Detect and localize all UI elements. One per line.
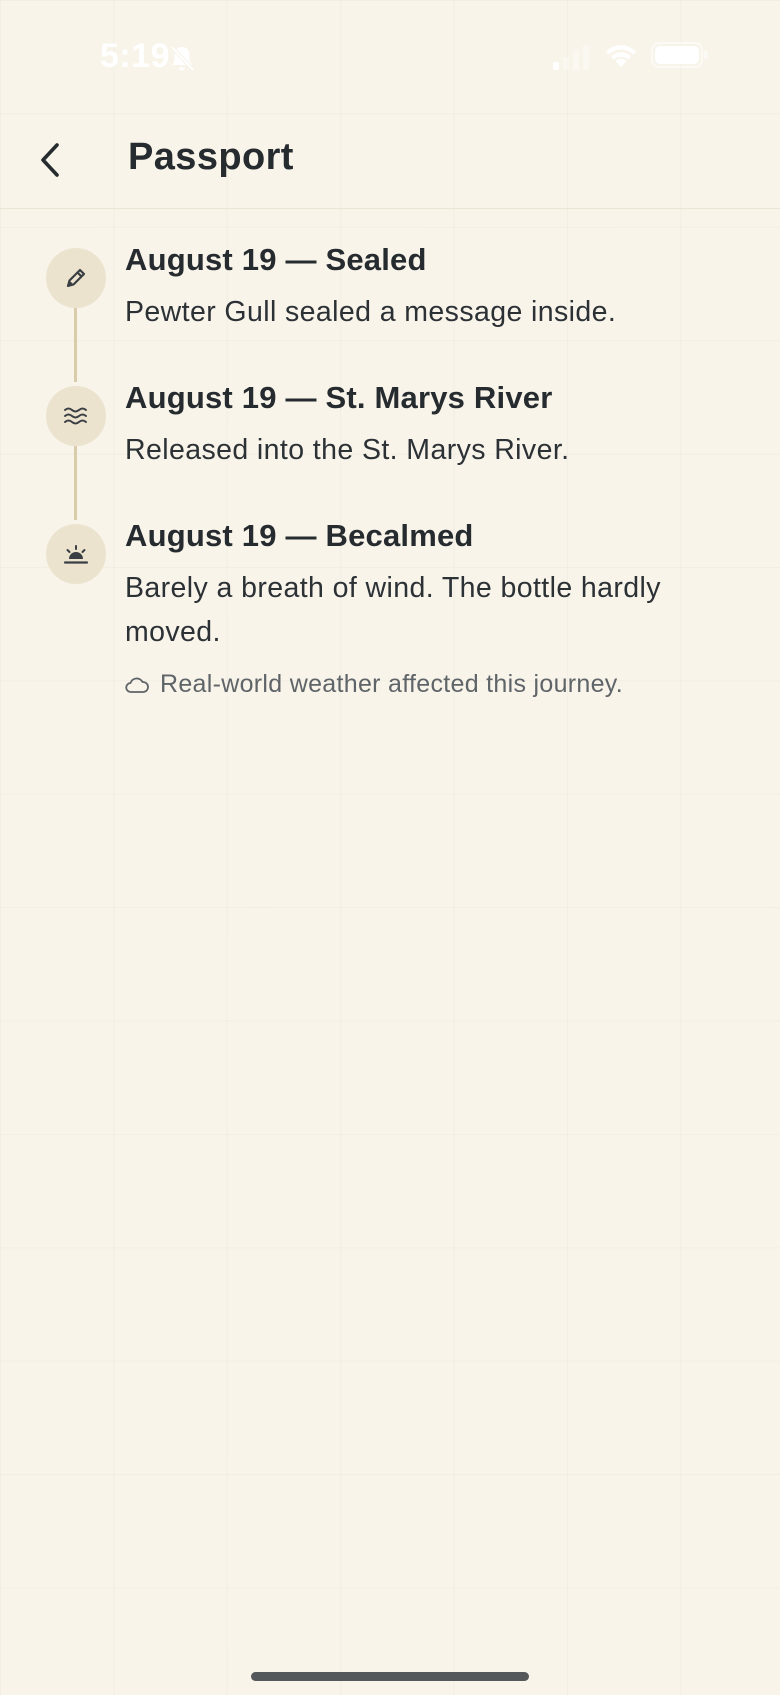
event-title: August 19 — Sealed [125,242,427,277]
nav-header: Passport [0,110,780,209]
wifi-icon [602,40,640,70]
weather-note-text: Real-world weather affected this journey… [160,670,623,698]
event-title: August 19 — St. Marys River [125,380,553,415]
event-description: Released into the St. Marys River. [125,434,570,466]
waves-icon [64,407,87,425]
status-time: 5:19 [100,37,171,75]
event-marker [46,386,106,446]
back-button[interactable] [22,132,78,188]
bell-slash-icon [166,42,198,74]
signal-icon [552,44,592,70]
cloud-icon [125,677,149,693]
home-indicator[interactable] [251,1672,529,1681]
event-description: Barely a breath of wind. The bottle hard… [125,572,661,648]
event-marker [46,248,106,308]
timeline-connector [74,444,77,520]
sunrise-icon [63,545,89,564]
chevron-left-icon [41,143,59,177]
event-title: August 19 — Becalmed [125,518,474,553]
weather-note: Real-world weather affected this journey… [124,670,623,699]
pencil-icon [66,268,86,288]
event-marker [46,524,106,584]
event-description: Pewter Gull sealed a message inside. [125,296,617,328]
page-title: Passport [128,136,294,178]
battery-icon [650,40,710,70]
timeline-connector [74,305,77,382]
status-bar: 5:19 [0,0,780,110]
